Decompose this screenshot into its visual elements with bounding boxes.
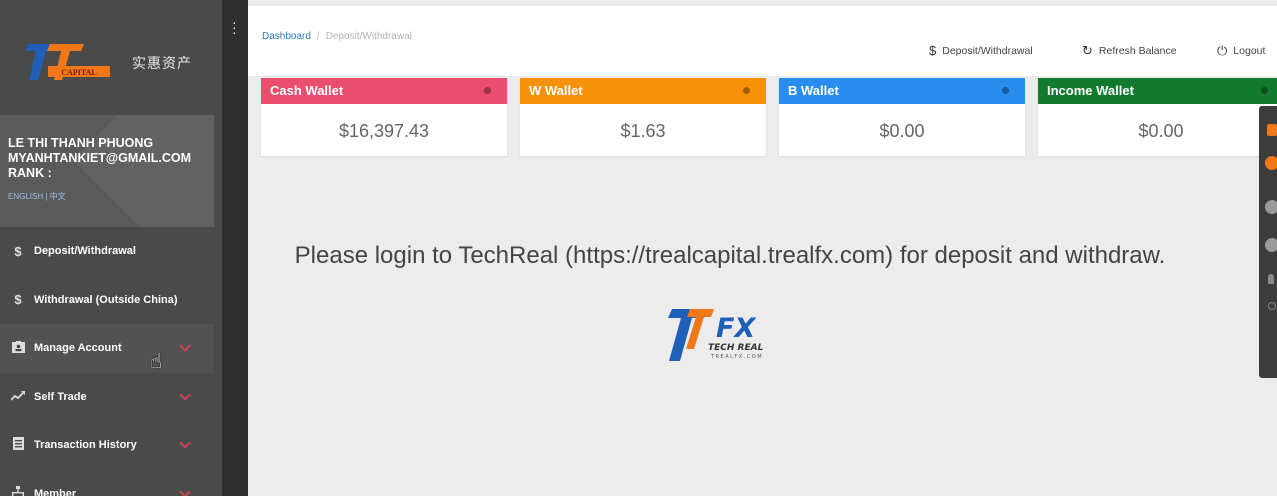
wallet-title: W Wallet (529, 83, 583, 98)
techreal-name-text: TECH REAL (708, 343, 764, 353)
wallet-balance: $0.00 (1138, 121, 1184, 141)
logout-button[interactable]: ⏻ Logout (1217, 43, 1265, 59)
logout-label: Logout (1233, 45, 1266, 57)
sidebar-item-self-trade[interactable]: Self Trade (0, 373, 214, 422)
chevron-down-icon[interactable] (179, 388, 191, 401)
refresh-icon: ↻ (1082, 43, 1093, 58)
techreal-domain-text: TREALFX.COM (710, 354, 763, 360)
wallet-card-b: B Wallet $0.00 (779, 78, 1025, 156)
power-icon: ⏻ (1217, 43, 1228, 58)
chevron-down-icon[interactable] (179, 437, 191, 449)
breadcrumb-current: Deposit/Withdrawal (325, 31, 412, 42)
hand-cursor-icon: ☝ (150, 351, 163, 373)
user-avatar-icon[interactable] (1265, 156, 1277, 170)
user-rank: RANK : (8, 166, 52, 180)
dollar-icon: $ (929, 43, 937, 58)
sidebar-item-label: Self Trade (34, 390, 87, 403)
header-deposit-label: Deposit/Withdrawal (942, 44, 1033, 57)
wallet-card-header: B Wallet (779, 78, 1025, 104)
sidebar: CAPITAL 实惠资产 LE THI THANH PHUONG MYANHTA… (0, 0, 222, 496)
sidebar-item-label: Withdrawal (Outside China) (34, 293, 178, 306)
floating-side-panel[interactable] (1259, 106, 1277, 378)
company-logo[interactable]: CAPITAL (26, 42, 114, 82)
wallet-card-income: Income Wallet $0.00 (1038, 78, 1277, 156)
wallet-card-cash: Cash Wallet $16,397.43 (261, 78, 507, 156)
user-email: MYANHTANKIET@GMAIL.COM (8, 151, 192, 165)
sitemap-icon (10, 485, 26, 496)
chat-icon[interactable] (1267, 124, 1277, 136)
trend-icon (10, 389, 26, 404)
sidebar-item-label: Member (34, 487, 77, 496)
top-header: Dashboard / Deposit/Withdrawal $ Deposit/W… (248, 6, 1277, 76)
user-avatar-icon[interactable] (1265, 200, 1277, 214)
refresh-balance-button[interactable]: ↻ Refresh Balance (1082, 43, 1177, 59)
wallet-title: B Wallet (788, 83, 839, 98)
user-profile: LE THI THANH PHUONG MYANHTANKIET@GMAIL.C… (0, 115, 214, 227)
breadcrumb-home-link[interactable]: Dashboard (262, 31, 311, 42)
breadcrumb-separator: / (316, 31, 320, 42)
wallet-title: Income Wallet (1047, 83, 1134, 98)
person-icon[interactable] (1268, 274, 1274, 284)
dollar-icon: $ (14, 243, 22, 259)
header-deposit-withdrawal-button[interactable]: $ Deposit/Withdrawal (929, 43, 1033, 58)
login-notice: Please login to TechReal (https://trealc… (294, 242, 1166, 269)
refresh-balance-label: Refresh Balance (1098, 45, 1177, 57)
company-chinese-name: 实惠资产 (132, 55, 192, 71)
sidebar-item-deposit-withdrawal[interactable]: $ Deposit/Withdrawal (0, 227, 214, 276)
wallet-coin-icon (1002, 87, 1009, 94)
sidebar-item-manage-account[interactable]: Manage Account (0, 324, 214, 373)
dollar-icon: $ (14, 292, 22, 308)
techreal-fx-logo: FX TECH REAL TREALFX.COM (668, 309, 764, 361)
id-card-icon (10, 340, 26, 356)
breadcrumb: Dashboard / Deposit/Withdrawal (262, 31, 412, 42)
sidebar-item-label: Manage Account (34, 342, 122, 355)
wallet-coin-icon (743, 87, 750, 94)
sidebar-toggle-bar: · · · (222, 0, 248, 496)
user-name: LE THI THANH PHUONG (8, 136, 154, 150)
sidebar-item-member[interactable]: Member (0, 470, 214, 496)
wallet-balance: $16,397.43 (338, 121, 430, 141)
wallet-coin-icon (484, 87, 491, 94)
techreal-fx-text: FX (716, 313, 756, 344)
wallet-balance: $0.00 (879, 121, 925, 141)
wallet-coin-icon (1261, 87, 1268, 94)
sidebar-item-transaction-history[interactable]: Transaction History (0, 421, 214, 470)
document-icon (10, 437, 26, 453)
wallet-card-header: Income Wallet (1038, 78, 1277, 104)
wallet-title: Cash Wallet (270, 83, 344, 98)
wallet-card-w: W Wallet $1.63 (520, 78, 766, 156)
vertical-dots-icon[interactable]: · · · (232, 15, 237, 39)
clock-icon[interactable] (1268, 302, 1276, 310)
sidebar-item-label: Transaction History (34, 439, 137, 452)
language-switcher[interactable]: ENGLISH | 中文 (0, 191, 214, 202)
user-avatar-icon[interactable] (1265, 238, 1277, 252)
chevron-down-icon[interactable] (179, 485, 191, 496)
sidebar-item-label: Deposit/Withdrawal (34, 245, 136, 258)
logo-area: CAPITAL 实惠资产 (0, 0, 222, 115)
sidebar-nav: $ Deposit/Withdrawal $ Withdrawal (Outsi… (0, 227, 214, 496)
logo-text: CAPITAL (61, 68, 96, 77)
sidebar-item-withdrawal-outside-china[interactable]: $ Withdrawal (Outside China) (0, 276, 214, 325)
wallet-balance: $1.63 (620, 121, 666, 141)
wallet-card-header: W Wallet (520, 78, 766, 104)
chevron-down-icon[interactable] (179, 340, 191, 352)
wallet-card-header: Cash Wallet (261, 78, 507, 104)
